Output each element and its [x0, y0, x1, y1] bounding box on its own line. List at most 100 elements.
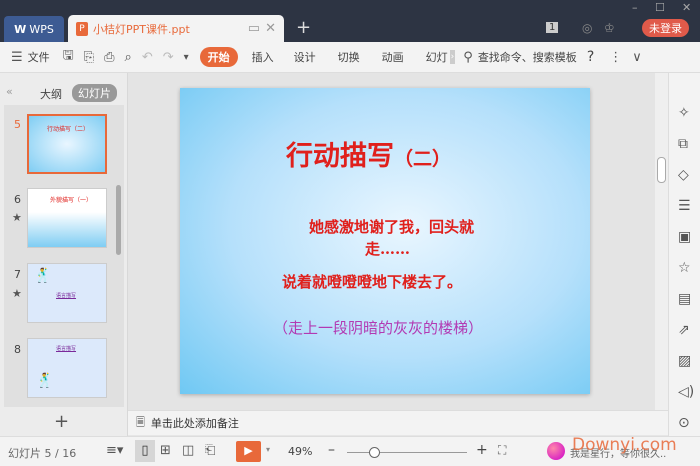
slide-panel: « 大纲 幻灯片 5 行动描写（二） 6 ★ 外貌描写（一） 7 ★ 🕺 语言描写… [0, 73, 128, 436]
text-line[interactable]: 说着就噔噔噔地下楼去了。 [282, 271, 462, 292]
tab-slides[interactable]: 幻灯片 [72, 84, 117, 102]
text-line[interactable]: （走上一段阴暗的灰灰的楼梯） [273, 317, 483, 338]
copy-icon[interactable]: ⧉ [678, 136, 688, 152]
close-tab-icon[interactable]: ✕ [265, 21, 276, 36]
command-search[interactable]: 查找命令、搜索模板 [478, 49, 577, 65]
slide-thumbnail[interactable]: 外貌描写（一） [27, 188, 107, 248]
star-icon[interactable]: ☆ [678, 260, 691, 276]
picture-icon[interactable]: ▨ [678, 353, 691, 369]
scroll-thumb[interactable] [657, 157, 666, 183]
wps-logo-icon: W [14, 22, 27, 36]
shapes-icon[interactable]: ◇ [678, 167, 689, 183]
watermark: Downyi.com [572, 435, 677, 455]
ppt-file-icon: P [76, 21, 88, 36]
slide-number: 8 [14, 343, 21, 356]
title-bar: W WPS P 小桔灯PPT课件.ppt ▭ ✕ + 1 ◎ ♔ – ☐ ✕ 未登… [0, 0, 700, 42]
ribbon-toolbar: ☰ 文件 🖫 ⎘ ⎙ ⌕ ↶ ↷ ▾ 开始 插入 设计 切换 动画 幻灯 › ⚲… [0, 42, 700, 73]
slide-number: 7 [14, 268, 21, 281]
new-tab-button[interactable]: + [296, 17, 311, 38]
slide-thumbnail[interactable]: 行动描写（二） [27, 114, 107, 174]
play-slideshow-button[interactable]: ▶ [236, 441, 261, 462]
minimize-icon[interactable]: – [632, 1, 638, 14]
thumb-title: 语言描写 [56, 293, 77, 299]
reading-view-icon[interactable]: ◫ [182, 443, 194, 458]
animation-star-icon: ★ [12, 287, 22, 300]
slide-thumbnail[interactable]: 语言描写 🕺 [27, 338, 107, 398]
maximize-icon[interactable]: ☐ [655, 1, 665, 14]
preview-icon[interactable]: ⌕ [120, 50, 137, 65]
slide-thumbnail[interactable]: 🕺 语言描写 [27, 263, 107, 323]
figure-icon: 🕺 [36, 373, 54, 389]
add-slide-button[interactable]: + [54, 411, 69, 432]
login-button[interactable]: 未登录 [642, 19, 689, 37]
search-icon: ⚲ [463, 49, 473, 65]
zoom-out-button[interactable]: – [328, 442, 335, 458]
tab-transition[interactable]: 切换 [328, 49, 370, 65]
title-text: 行动描写 [286, 141, 394, 172]
document-tab[interactable]: P 小桔灯PPT课件.ppt ▭ ✕ [68, 15, 284, 42]
status-bar: 幻灯片 5 / 16 ≡▾ ▯ ⊞ ◫ ⎗ ▶ ▾ 49% – + ⛶ 我是星行… [0, 435, 700, 466]
print-icon[interactable]: ⎙ [99, 50, 119, 65]
menu-icon[interactable]: ☰ [6, 50, 28, 65]
file-menu[interactable]: 文件 [28, 49, 58, 65]
fit-window-icon[interactable]: ⛶ [498, 443, 506, 458]
tab-slideshow[interactable]: 幻灯 [416, 49, 450, 65]
box-icon[interactable]: ▤ [678, 291, 691, 307]
notes-bar[interactable]: 🗏 单击此处添加备注 [128, 410, 668, 435]
arrow-icon[interactable]: ⊙ [678, 415, 690, 431]
tab-start[interactable]: 开始 [199, 47, 238, 67]
export-icon[interactable]: ⎘ [79, 50, 99, 65]
shirt-icon[interactable]: ♔ [604, 21, 615, 35]
undo-icon[interactable]: ↶ [137, 50, 158, 65]
panel-scrollbar[interactable] [116, 185, 121, 255]
thumb-title: 行动描写（二） [47, 126, 90, 133]
zoom-slider[interactable] [347, 452, 467, 453]
play-options-icon[interactable]: ▾ [266, 445, 270, 454]
wps-home-tab[interactable]: W WPS [4, 16, 64, 42]
sound-icon[interactable]: ◁) [678, 384, 694, 400]
skin-icon[interactable]: ◎ [582, 21, 592, 35]
zoom-slider-handle[interactable] [369, 447, 380, 458]
text-line[interactable]: 走…… [365, 238, 410, 259]
normal-view-icon[interactable]: ▯ [135, 440, 155, 462]
notes-icon: 🗏 [136, 415, 145, 429]
slide-number: 6 [14, 193, 21, 206]
presenter-view-icon[interactable]: ⎗ [205, 443, 215, 458]
notes-placeholder[interactable]: 单击此处添加备注 [151, 415, 239, 431]
slide-title[interactable]: 行动描写（二） [286, 134, 451, 173]
collapse-ribbon-icon[interactable]: ∨ [627, 50, 647, 65]
window-count-badge[interactable]: 1 [546, 22, 559, 33]
more-quick-icon[interactable]: ▾ [179, 52, 194, 63]
thumb-title: 外貌描写（一） [50, 197, 93, 204]
settings-sliders-icon[interactable]: ☰ [678, 198, 691, 214]
share-icon[interactable]: ⇗ [678, 322, 690, 338]
tab-insert[interactable]: 插入 [244, 49, 282, 65]
title-suffix: （二） [394, 148, 452, 170]
image-library-icon[interactable]: ▣ [678, 229, 691, 245]
tab-design[interactable]: 设计 [282, 49, 328, 65]
text-line[interactable]: 她感激地谢了我，回头就 [309, 216, 474, 237]
magic-icon[interactable]: ✧ [678, 105, 690, 121]
slide-5[interactable]: 行动描写（二） 她感激地谢了我，回头就 走…… 说着就噔噔噔地下楼去了。 （走上… [180, 88, 590, 394]
zoom-in-button[interactable]: + [476, 442, 488, 458]
slide-number: 5 [14, 118, 21, 131]
help-button[interactable]: ? [577, 49, 604, 65]
redo-icon[interactable]: ↷ [158, 50, 179, 65]
slide-counter: 幻灯片 5 / 16 [8, 447, 77, 460]
window-mode-icon[interactable]: ▭ [248, 21, 260, 36]
document-tab-label: 小桔灯PPT课件.ppt [93, 22, 190, 36]
save-icon[interactable]: 🖫 [58, 46, 79, 68]
right-sidebar: ✧ ⧉ ◇ ☰ ▣ ☆ ▤ ⇗ ▨ ◁) ⊙ [668, 73, 700, 436]
collapse-panel-icon[interactable]: « [6, 85, 13, 98]
tab-outline[interactable]: 大纲 [40, 86, 62, 102]
notes-toggle-icon[interactable]: ≡▾ [106, 443, 123, 458]
sorter-view-icon[interactable]: ⊞ [160, 443, 171, 458]
tab-animation[interactable]: 动画 [370, 49, 416, 65]
zoom-level[interactable]: 49% [288, 445, 312, 458]
more-icon[interactable]: ⋮ [604, 50, 627, 65]
canvas-scrollbar[interactable] [655, 73, 668, 410]
animation-star-icon: ★ [12, 211, 22, 224]
thumb-title: 语言描写 [56, 346, 77, 352]
ai-assistant-icon[interactable] [547, 442, 565, 460]
close-window-icon[interactable]: ✕ [682, 1, 691, 14]
